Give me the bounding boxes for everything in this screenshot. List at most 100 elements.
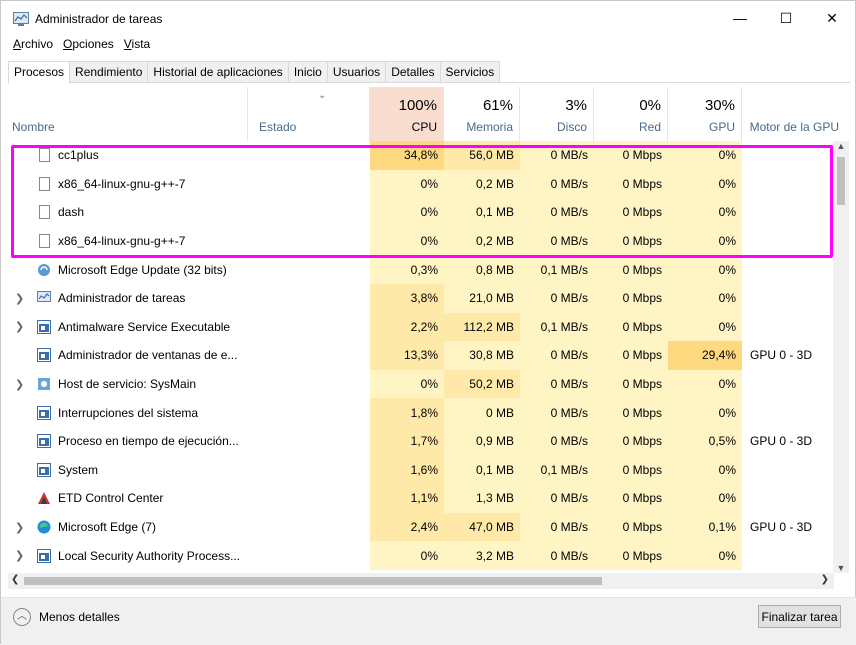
process-row[interactable]: dash 0% 0,1 MB 0 MB/s 0 Mbps 0%	[1, 198, 841, 227]
process-name-cell: dash	[1, 198, 248, 227]
process-row[interactable]: cc1plus 34,8% 56,0 MB 0 MB/s 0 Mbps 0%	[1, 141, 841, 170]
col-cpu[interactable]: 100% CPU	[370, 87, 444, 141]
process-row[interactable]: ❯ Host de servicio: SysMain 0% 50,2 MB 0 MB/…	[1, 369, 841, 399]
memory-value: 0,8 MB	[444, 255, 520, 284]
process-row[interactable]: Microsoft Edge Update (32 bits) 0,3% 0,8 M…	[1, 255, 841, 284]
disk-value: 0 MB/s	[520, 398, 594, 427]
process-row[interactable]: Proceso en tiempo de ejecución... 1,7% 0,9…	[1, 427, 841, 456]
menu-archivo[interactable]: Archivo	[8, 37, 58, 55]
cpu-value: 13,3%	[370, 341, 444, 370]
disk-value: 0 MB/s	[520, 198, 594, 227]
process-name-cell: cc1plus	[1, 141, 248, 170]
process-name-cell: ❯ Host de servicio: SysMain	[1, 370, 248, 399]
network-value: 0 Mbps	[594, 512, 668, 542]
process-row[interactable]: Administrador de ventanas de e... 13,3% 30…	[1, 341, 841, 370]
col-network[interactable]: 0% Red	[594, 87, 668, 141]
close-button[interactable]: ✕	[809, 1, 855, 35]
gpu-value: 0%	[668, 484, 742, 513]
process-name-cell: ❯ Administrador de tareas	[1, 284, 248, 313]
tab-servicios[interactable]: Servicios	[439, 61, 501, 82]
chevron-right-icon[interactable]: ❯	[15, 292, 24, 305]
process-row[interactable]: x86_64-linux-gnu-g++-7 0% 0,2 MB 0 MB/s 0 Mb…	[1, 226, 841, 256]
vertical-scrollbar[interactable]: ▲ ▼	[833, 141, 849, 573]
process-row[interactable]: ETD Control Center 1,1% 1,3 MB 0 MB/s 0 Mbps…	[1, 484, 841, 513]
process-name-cell: Microsoft Edge Update (32 bits)	[1, 255, 248, 284]
menu-opciones[interactable]: Opciones	[58, 37, 119, 55]
network-value: 0 Mbps	[594, 455, 668, 485]
process-name: System	[58, 462, 99, 477]
process-row[interactable]: System 1,6% 0,1 MB 0,1 MB/s 0 Mbps 0%	[1, 455, 841, 485]
gpu-engine-value	[742, 255, 841, 284]
chevron-right-icon[interactable]: ❯	[15, 378, 24, 391]
menu-vista[interactable]: Vista	[119, 37, 155, 55]
cpu-value: 0%	[370, 369, 444, 399]
gpu-engine-value	[742, 198, 841, 227]
memory-value: 47,0 MB	[444, 512, 520, 542]
task-manager-icon	[37, 291, 51, 303]
disk-value: 0,1 MB/s	[520, 455, 594, 485]
task-manager-icon	[13, 12, 29, 26]
col-disk[interactable]: 3% Disco	[520, 87, 594, 141]
chevron-right-icon[interactable]: ❯	[15, 320, 24, 333]
gpu-value: 0%	[668, 312, 742, 342]
disk-value: 0,1 MB/s	[520, 312, 594, 342]
gpu-engine-value	[742, 227, 841, 256]
scroll-left-icon[interactable]: ❮	[11, 574, 19, 585]
tab-usuarios[interactable]: Usuarios	[326, 61, 387, 82]
process-name: ETD Control Center	[58, 491, 164, 506]
document-icon	[39, 234, 50, 249]
disk-value: 0 MB/s	[520, 341, 594, 370]
process-name-cell: ❯ Antimalware Service Executable	[1, 313, 248, 342]
document-icon	[39, 176, 50, 191]
gpu-engine-value	[742, 313, 841, 342]
scroll-up-icon[interactable]: ▲	[833, 141, 849, 151]
process-row[interactable]: ❯ Administrador de tareas 3,8% 21,0 MB 0 MB/…	[1, 284, 841, 313]
chevron-right-icon[interactable]: ❯	[15, 521, 24, 534]
col-gpu-label: GPU	[708, 120, 735, 134]
gpu-value: 0%	[668, 369, 742, 399]
maximize-button[interactable]: ☐	[763, 1, 809, 35]
disk-value: 0 MB/s	[520, 169, 594, 199]
process-name: x86_64-linux-gnu-g++-7	[58, 176, 186, 191]
process-list: cc1plus 34,8% 56,0 MB 0 MB/s 0 Mbps 0% x86_64-…	[1, 141, 841, 573]
tab-inicio[interactable]: Inicio	[287, 61, 328, 82]
tab-detalles[interactable]: Detalles	[385, 61, 441, 82]
chevron-up-circle-icon[interactable]: ︿	[13, 608, 31, 626]
tab-procesos[interactable]: Procesos	[8, 61, 71, 84]
horizontal-scroll-thumb[interactable]	[24, 577, 602, 585]
disk-value: 0 MB/s	[520, 141, 594, 170]
network-value: 0 Mbps	[594, 255, 668, 284]
vertical-scroll-thumb[interactable]	[837, 157, 845, 205]
process-row[interactable]: Interrupciones del sistema 1,8% 0 MB 0 MB/s…	[1, 398, 841, 427]
col-gpu[interactable]: 30% GPU	[668, 87, 742, 141]
less-details-link[interactable]: Menos detalles	[39, 610, 120, 624]
col-status[interactable]: Estado	[248, 87, 370, 141]
col-gpu-engine[interactable]: Motor de la GPU	[742, 87, 841, 141]
disk-value: 0 MB/s	[520, 226, 594, 256]
disk-value: 0 MB/s	[520, 284, 594, 313]
gpu-value: 0%	[668, 541, 742, 570]
process-row[interactable]: ❯ Local Security Authority Process... 0% 3,…	[1, 541, 841, 570]
end-task-button[interactable]: Finalizar tarea	[758, 605, 841, 628]
gpu-value: 0%	[668, 226, 742, 256]
col-name[interactable]: Nombre ⌄	[1, 87, 326, 141]
process-row[interactable]: ❯ Antimalware Service Executable 2,2% 112,2…	[1, 312, 841, 342]
tab-rendimiento[interactable]: Rendimiento	[69, 61, 149, 82]
chevron-right-icon[interactable]: ❯	[15, 549, 24, 562]
window-icon	[37, 548, 51, 563]
cpu-value: 0,3%	[370, 255, 444, 284]
scroll-down-icon[interactable]: ▼	[833, 563, 849, 573]
gpu-value: 0%	[668, 198, 742, 227]
col-cpu-label: CPU	[411, 120, 437, 134]
scroll-right-icon[interactable]: ❯	[821, 574, 829, 585]
process-name-cell: System	[1, 456, 248, 485]
process-name: dash	[58, 205, 85, 220]
cpu-value: 34,8%	[370, 141, 444, 170]
process-row[interactable]: ❯ Microsoft Edge (7) 2,4% 47,0 MB 0 MB/s 0 Mb…	[1, 512, 841, 542]
tab-historial[interactable]: Historial de aplicaciones	[147, 61, 289, 82]
title-bar: Administrador de tareas — ☐ ✕	[1, 1, 855, 35]
minimize-button[interactable]: —	[717, 1, 763, 35]
col-memory[interactable]: 61% Memoria	[444, 87, 520, 141]
process-row[interactable]: x86_64-linux-gnu-g++-7 0% 0,2 MB 0 MB/s 0 Mb…	[1, 169, 841, 199]
horizontal-scrollbar[interactable]: ❮ ❯	[8, 573, 834, 589]
